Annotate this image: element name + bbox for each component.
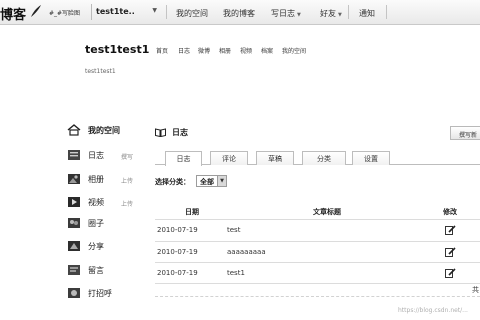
nav-write-blog-label: 写日志 [271,9,295,18]
sidebar-item-groups[interactable]: 圈子 [67,214,104,232]
tab-comments[interactable]: 评论 [210,151,248,165]
sidebar-item-my-space[interactable]: 我的空间 [67,121,120,139]
account-name: test1te.. [96,7,135,16]
account-dropdown[interactable]: test1te.. ▼ [91,4,163,20]
book-icon [155,128,166,137]
row-date: 2010-07-19 [157,269,198,277]
blog-title: test1test1 [85,43,150,56]
site-logo[interactable]: 博客 [0,4,26,23]
profile-link-weibo[interactable]: 微博 [198,46,210,55]
nav-my-space[interactable]: 我的空间 [176,8,208,19]
category-filter-label: 选择分类： [155,178,190,186]
nav-divider [348,5,349,19]
nav-friends-label: 好友 [320,9,336,18]
table-divider [155,219,480,220]
category-select[interactable]: 全部 ▼ [196,175,227,187]
nav-write-blog[interactable]: 写日志 ▼ [271,8,301,19]
write-new-button[interactable]: 撰写新 [450,126,480,140]
edit-icon[interactable] [445,247,456,257]
nav-divider [166,5,167,19]
nav-friends[interactable]: 好友 ▼ [320,8,342,19]
sidebar-item-messages[interactable]: 留言 [67,261,104,279]
table-divider [155,262,480,263]
row-title-link[interactable]: test1 [227,269,245,277]
footer-divider [155,296,480,297]
row-title-link[interactable]: aaaaaaaaa [227,248,266,256]
sidebar-item-video[interactable]: 视频 [67,193,104,211]
top-navigation-bar: 博客 #_#写脸图 test1te.. ▼ 我的空间 我的博客 写日志 ▼ 好友 ▼… [0,0,480,25]
logo-mark-icon [31,5,41,17]
group-icon [68,218,80,228]
nav-notifications[interactable]: 通知 [359,8,375,19]
row-date: 2010-07-19 [157,226,198,234]
profile-link-my-space[interactable]: 我的空间 [282,46,306,55]
profile-link-album[interactable]: 相册 [219,46,231,55]
section-title: 日志 [172,128,188,137]
table-row: 2010-07-19 test [155,221,480,241]
sidebar-item-blog[interactable]: 日志 [67,146,104,164]
sidebar-write-link[interactable]: 撰写 [121,152,133,161]
chevron-down-icon: ▼ [217,176,226,186]
profile-link-home[interactable]: 首页 [156,46,168,55]
column-header-edit: 修改 [443,208,457,216]
sidebar-item-label: 分享 [88,241,104,251]
share-icon [68,241,80,251]
edit-icon[interactable] [445,268,456,278]
table-row: 2010-07-19 test1 [155,264,480,284]
sidebar-item-share[interactable]: 分享 [67,237,104,255]
nav-my-blog[interactable]: 我的博客 [223,8,255,19]
blog-icon [68,150,80,160]
sidebar-item-album[interactable]: 相册 [67,170,104,188]
greet-icon [68,288,80,298]
blog-subtitle: test1test1 [85,68,116,75]
table-divider [155,241,480,242]
table-divider [155,283,480,284]
video-icon [68,197,80,207]
photo-icon [68,174,80,184]
sidebar-item-label: 日志 [88,150,104,160]
profile-link-archive[interactable]: 档案 [261,46,273,55]
sidebar-item-label: 我的空间 [88,125,120,135]
sidebar-item-greet[interactable]: 打招呼 [67,284,112,302]
sidebar-item-label: 留言 [88,265,104,275]
message-icon [68,265,80,275]
sidebar-upload-photo-link[interactable]: 上传 [121,176,133,185]
sidebar-item-label: 圈子 [88,218,104,228]
sidebar-upload-video-link[interactable]: 上传 [121,199,133,208]
sidebar-item-label: 视频 [88,197,104,207]
tab-drafts[interactable]: 草稿 [256,151,294,165]
pagination-total: 共 [472,286,479,294]
row-date: 2010-07-19 [157,248,198,256]
column-header-date: 日期 [185,208,199,216]
profile-link-video[interactable]: 视频 [240,46,252,55]
tab-categories[interactable]: 分类 [302,151,346,165]
row-title-link[interactable]: test [227,226,240,234]
sidebar-item-label: 打招呼 [88,288,112,298]
nav-divider [386,5,387,19]
user-nickname[interactable]: #_#写脸图 [49,8,80,17]
category-select-value: 全部 [200,178,214,186]
home-icon [67,124,81,136]
chevron-down-icon: ▼ [338,12,342,18]
sidebar-item-label: 相册 [88,174,104,184]
edit-icon[interactable] [445,225,456,235]
watermark: https://blog.csdn.net/... [398,307,468,314]
table-row: 2010-07-19 aaaaaaaaa [155,243,480,263]
section-header: 日志 [155,127,188,138]
profile-link-blog[interactable]: 日志 [178,46,190,55]
chevron-down-icon: ▼ [297,12,301,18]
tab-settings[interactable]: 设置 [352,151,390,165]
tab-blog[interactable]: 日志 [165,151,202,166]
column-header-title: 文章标题 [313,208,341,216]
chevron-down-icon: ▼ [152,7,157,14]
